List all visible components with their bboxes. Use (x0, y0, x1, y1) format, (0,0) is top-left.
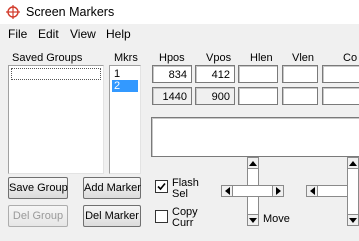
vlen-header: Vlen (292, 52, 315, 64)
screen-width-field: 1440 (152, 87, 192, 105)
vlen-field-2[interactable] (282, 87, 318, 105)
move-label: Move (263, 213, 290, 225)
arrow-right-icon (275, 187, 281, 195)
arrow-left-icon (309, 187, 315, 195)
hlen-field[interactable] (238, 65, 278, 83)
vpos-field[interactable]: 412 (195, 65, 235, 83)
window-title: Screen Markers (26, 5, 115, 19)
arrow-down-icon (249, 217, 257, 223)
flash-sel-label-line2: Sel (172, 188, 188, 200)
crosshair-icon (6, 5, 20, 19)
markers-list[interactable]: 1 2 (109, 65, 141, 174)
menu-file[interactable]: File (6, 26, 29, 42)
saved-groups-list[interactable] (8, 65, 104, 174)
move-left-button[interactable] (221, 185, 233, 197)
save-group-button[interactable]: Save Group (8, 177, 68, 199)
flash-sel-checkbox[interactable] (155, 180, 168, 193)
resize-down-button[interactable] (347, 214, 359, 226)
color-field-2[interactable] (322, 87, 359, 105)
list-focus-rect (11, 68, 101, 80)
copy-curr-checkbox[interactable] (155, 210, 168, 223)
markers-label: Mkrs (114, 52, 138, 64)
arrow-down-icon (349, 217, 357, 223)
resize-up-button[interactable] (347, 157, 359, 169)
del-marker-button[interactable]: Del Marker (83, 205, 141, 227)
marker-item-selected[interactable]: 2 (112, 80, 138, 92)
arrow-up-icon (349, 160, 357, 166)
copy-curr-label-line2: Curr (172, 217, 194, 229)
arrow-left-icon (224, 187, 230, 195)
arrow-up-icon (249, 160, 257, 166)
move-up-button[interactable] (247, 157, 259, 169)
hlen-header: Hlen (250, 52, 273, 64)
hpos-field[interactable]: 834 (152, 65, 192, 83)
vlen-field[interactable] (282, 65, 318, 83)
del-group-button[interactable]: Del Group (8, 205, 68, 227)
add-marker-button[interactable]: Add Marker (83, 177, 141, 199)
hpos-header: Hpos (159, 52, 185, 64)
notes-textarea[interactable] (151, 117, 359, 157)
hlen-field-2[interactable] (238, 87, 278, 105)
vpos-header: Vpos (206, 52, 232, 64)
resize-left-button[interactable] (306, 185, 318, 197)
saved-groups-label: Saved Groups (12, 52, 83, 64)
color-field[interactable] (322, 65, 359, 83)
menu-help[interactable]: Help (104, 26, 133, 42)
move-right-button[interactable] (272, 185, 284, 197)
screen-height-field: 900 (195, 87, 235, 105)
checkmark-icon (157, 182, 166, 191)
menu-view[interactable]: View (68, 26, 98, 42)
menu-edit[interactable]: Edit (36, 26, 61, 42)
color-header: Co (343, 52, 358, 64)
marker-item[interactable]: 1 (112, 68, 138, 80)
move-down-button[interactable] (247, 214, 259, 226)
